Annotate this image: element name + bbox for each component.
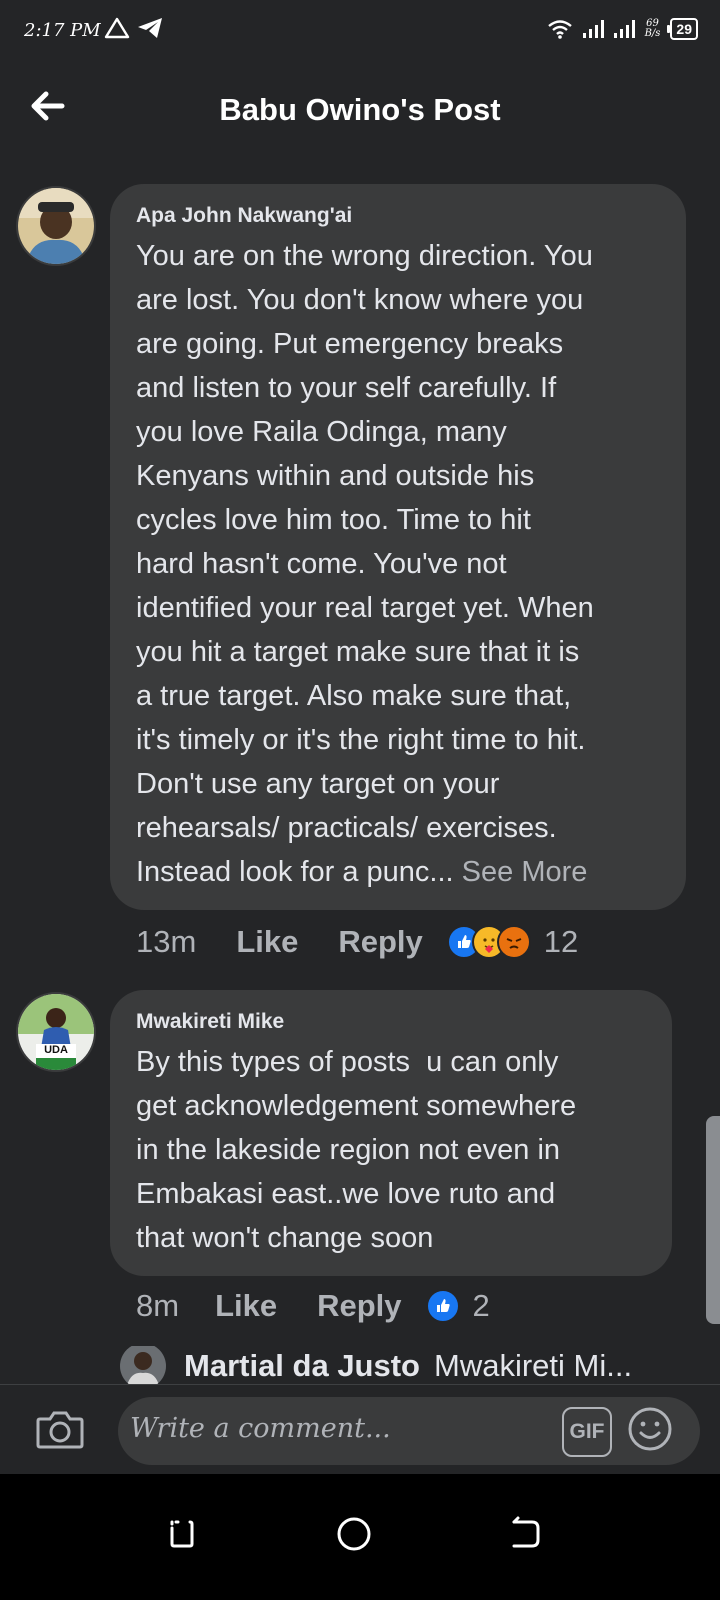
system-nav-bar: [0, 1474, 720, 1600]
comment-line: and listen to your self carefully. If: [136, 372, 557, 404]
angry-reaction-icon: [496, 925, 531, 959]
telegram-icon: [138, 18, 162, 38]
comment-line: Embakasi east..we love ruto and: [136, 1178, 556, 1210]
status-right-icons: 69 B/s 29: [547, 18, 698, 40]
comment-line: you hit a target make sure that it is: [136, 636, 580, 668]
comment-line: Instead look for a punc...: [136, 856, 454, 888]
reply-author[interactable]: Martial da Justo: [184, 1348, 420, 1384]
comment-text: You are on the wrong direction. You are …: [136, 234, 676, 894]
reply-text: Mwakireti Mi...: [434, 1348, 633, 1383]
recent-apps-icon: [170, 1520, 194, 1548]
signal-icon: [582, 20, 604, 38]
reply-preview[interactable]: Martial da Justo Mwakireti Mi...: [120, 1346, 720, 1386]
comment-time: 8m: [136, 1288, 180, 1323]
reactions-summary[interactable]: [446, 925, 531, 959]
emoji-button[interactable]: [626, 1405, 674, 1453]
avatar-badge: UDA: [44, 1044, 68, 1056]
reply-button[interactable]: Reply: [317, 1288, 401, 1324]
comment-line: in the lakeside region not even in: [136, 1134, 561, 1166]
comment-composer: Write a comment... GIF: [0, 1384, 720, 1475]
comment-actions: 13m Like Reply 12: [136, 924, 578, 960]
see-more-link[interactable]: See More: [462, 856, 588, 888]
comment-line: identified your real target yet. When: [136, 592, 594, 624]
like-button[interactable]: Like: [215, 1288, 277, 1324]
reactions-summary[interactable]: [425, 1289, 460, 1323]
comment-author[interactable]: Mwakireti Mike: [136, 1010, 284, 1034]
comment-author[interactable]: Apa John Nakwang'ai: [136, 204, 352, 228]
comment-line: Kenyans within and outside his: [136, 460, 535, 492]
back-nav-icon: [512, 1516, 540, 1548]
comment-line: are lost. You don't know where you: [136, 284, 584, 316]
battery-indicator: 29: [667, 18, 698, 40]
comment-bubble: Apa John Nakwang'ai You are on the wrong…: [110, 184, 686, 910]
network-speed: 69 B/s: [645, 19, 661, 39]
reply-button[interactable]: Reply: [338, 924, 422, 960]
page-title: Babu Owino's Post: [219, 92, 501, 127]
avatar-photo: [18, 994, 94, 1070]
status-time: 2:17 PM: [24, 20, 101, 41]
comment-line: that won't change soon: [136, 1222, 434, 1254]
back-nav-button[interactable]: [502, 1510, 550, 1558]
alert-triangle-icon: [104, 17, 130, 39]
comment-line: are going. Put emergency breaks: [136, 328, 564, 360]
recent-apps-button[interactable]: [158, 1510, 206, 1558]
comment-time: 13m: [136, 924, 197, 959]
status-bar: 2:17 PM 69 B/s 29: [0, 0, 720, 64]
comment-line: cycles love him too. Time to hit: [136, 504, 531, 536]
reaction-count: 12: [543, 924, 579, 959]
comment-bubble: Mwakireti Mike By this types of posts u …: [110, 990, 672, 1276]
avatar[interactable]: [16, 186, 96, 266]
comment-actions: 8m Like Reply 2: [136, 1288, 490, 1324]
comment-line: You are on the wrong direction. You: [136, 240, 593, 272]
comment-line: Don't use any target on your: [136, 768, 500, 800]
wifi-icon: [547, 20, 572, 39]
comment-line: By this types of posts u can only: [136, 1046, 559, 1078]
comment-line: you love Raila Odinga, many: [136, 416, 507, 448]
comment-input[interactable]: Write a comment... GIF: [118, 1397, 700, 1465]
smiley-icon: [628, 1407, 672, 1451]
home-button[interactable]: [330, 1510, 378, 1558]
scrollbar-handle[interactable]: [706, 1116, 720, 1324]
home-circle-icon: [337, 1517, 371, 1551]
comment-line: hard hasn't come. You've not: [136, 548, 507, 580]
status-left-icons: [104, 16, 164, 40]
signal-icon: [613, 20, 635, 38]
like-button[interactable]: Like: [236, 924, 298, 960]
avatar-photo: [18, 188, 94, 264]
like-reaction-icon: [425, 1289, 460, 1323]
comment-line-last: Instead look for a punc... See More: [136, 850, 676, 894]
camera-button[interactable]: [34, 1405, 86, 1453]
reaction-count: 2: [472, 1288, 490, 1323]
post-header: Babu Owino's Post: [0, 64, 720, 156]
network-speed-unit: B/s: [644, 28, 661, 39]
comment-line: it's timely or it's the right time to hi…: [136, 724, 586, 756]
comment-text: By this types of posts u can only get ac…: [136, 1040, 666, 1260]
avatar-photo: [120, 1346, 166, 1386]
comment-line: a true target. Also make sure that,: [136, 680, 572, 712]
avatar[interactable]: [120, 1346, 166, 1386]
gif-button[interactable]: GIF: [562, 1407, 612, 1457]
camera-icon: [36, 1411, 84, 1449]
comment-line: rehearsals/ practicals/ exercises.: [136, 812, 557, 844]
comment-placeholder: Write a comment...: [130, 1413, 391, 1444]
comment-line: get acknowledgement somewhere: [136, 1090, 577, 1122]
avatar[interactable]: UDA: [16, 992, 96, 1072]
